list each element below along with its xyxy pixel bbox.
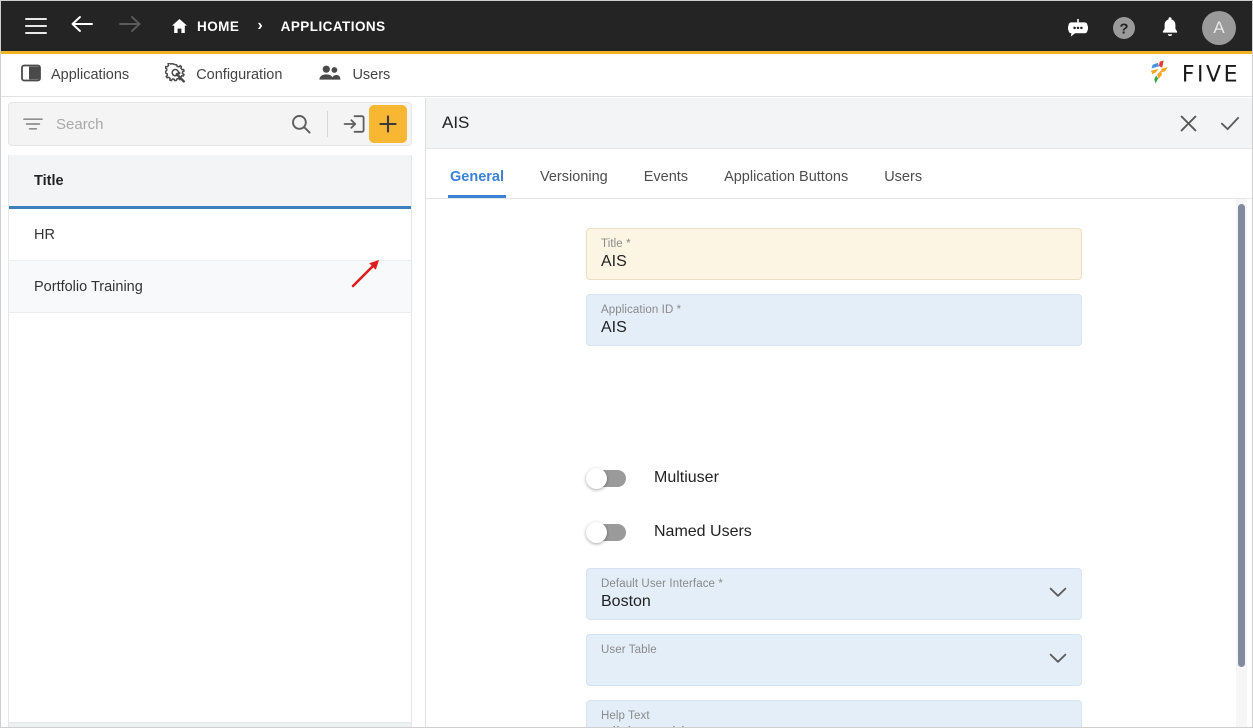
toggle-label: Multiuser [654, 469, 719, 487]
breadcrumb: HOME › APPLICATIONS [171, 17, 386, 35]
page-title: AIS [442, 113, 469, 133]
field-value: Boston [601, 593, 1067, 611]
module-tab-configuration[interactable]: Configuration [165, 54, 282, 97]
breadcrumb-separator: › [257, 17, 262, 35]
breadcrumb-home[interactable]: HOME [197, 19, 239, 34]
chevron-down-icon[interactable] [1049, 585, 1067, 603]
module-tab-label: Applications [51, 67, 129, 83]
hamburger-menu-icon[interactable] [25, 18, 47, 34]
module-tab-applications[interactable]: Applications [21, 54, 129, 97]
field-label: Title * [601, 238, 1067, 250]
cell-title: HR [34, 227, 55, 243]
field-label: Default User Interface * [601, 578, 1067, 590]
module-tab-bar: Applications Configuration [1, 54, 1253, 97]
field-title[interactable]: Title * AIS [586, 228, 1082, 280]
field-value: AIS [601, 253, 1067, 271]
application-detail-panel: AIS General Versioning Events Applicatio… [425, 98, 1252, 728]
field-label: User Table [601, 644, 1067, 656]
five-logo-icon [1145, 59, 1175, 92]
applications-table: Title HR Portfolio Training Total Rows: … [8, 155, 412, 728]
bell-icon[interactable] [1153, 11, 1187, 45]
toggle-knob [586, 468, 607, 489]
top-navigation-bar: HOME › APPLICATIONS ? [1, 1, 1253, 54]
tab-application-buttons[interactable]: Application Buttons [724, 169, 848, 198]
search-input[interactable] [56, 116, 286, 133]
field-user-table[interactable]: User Table [586, 634, 1082, 686]
users-group-icon [318, 64, 342, 87]
detail-tab-bar: General Versioning Events Application Bu… [426, 149, 1253, 199]
field-label: Application ID * [601, 304, 1067, 316]
table-footer: Total Rows: 2 [9, 722, 411, 728]
tab-users[interactable]: Users [884, 169, 922, 198]
import-arrow-icon[interactable] [339, 109, 369, 139]
check-icon[interactable] [1219, 113, 1241, 135]
table-row[interactable]: HR [9, 209, 411, 261]
detail-header-actions [1177, 98, 1241, 149]
arrow-right-icon [117, 13, 143, 39]
tab-events[interactable]: Events [644, 169, 688, 198]
field-application-id[interactable]: Application ID * AIS [586, 294, 1082, 346]
search-toolbar [8, 102, 412, 146]
brand-logo: FIVE [1145, 59, 1240, 92]
filter-icon[interactable] [23, 117, 43, 131]
add-record-button[interactable] [369, 105, 407, 143]
table-header-row: Title [9, 155, 411, 209]
toolbar-divider [327, 111, 328, 137]
module-tab-label: Configuration [196, 67, 282, 83]
svg-text:?: ? [1119, 20, 1128, 37]
arrow-left-icon[interactable] [69, 13, 95, 39]
general-form: Title * AIS Application ID * AIS Multius… [426, 199, 1253, 728]
table-empty-space [9, 313, 411, 668]
field-named-users[interactable]: Named Users [586, 522, 752, 542]
multiuser-toggle[interactable] [586, 468, 626, 488]
field-help-text[interactable]: Help Text Click to add [586, 700, 1082, 728]
application-panel-icon [21, 64, 41, 87]
close-x-icon[interactable] [1177, 113, 1199, 135]
field-label: Help Text [601, 710, 1067, 722]
avatar[interactable]: A [1202, 11, 1236, 45]
help-circle-icon[interactable]: ? [1107, 11, 1141, 45]
cell-title: Portfolio Training [34, 279, 143, 295]
chevron-down-icon[interactable] [1049, 651, 1067, 669]
robot-chat-icon[interactable] [1061, 11, 1095, 45]
toggle-label: Named Users [654, 523, 752, 541]
form-scrollbar-thumb[interactable] [1238, 204, 1245, 667]
breadcrumb-current: APPLICATIONS [281, 19, 386, 34]
module-tab-users[interactable]: Users [318, 54, 390, 97]
named-users-toggle[interactable] [586, 522, 626, 542]
tab-versioning[interactable]: Versioning [540, 169, 608, 198]
toggle-knob [586, 522, 607, 543]
field-multiuser[interactable]: Multiuser [586, 468, 719, 488]
applications-list-panel: Title HR Portfolio Training Total Rows: … [1, 98, 419, 728]
brand-name: FIVE [1182, 63, 1240, 88]
field-value: AIS [601, 319, 1067, 337]
tab-general[interactable]: General [450, 169, 504, 198]
gear-wrench-icon [165, 63, 186, 88]
search-icon[interactable] [286, 109, 316, 139]
field-default-user-interface[interactable]: Default User Interface * Boston [586, 568, 1082, 620]
application-window: HOME › APPLICATIONS ? [0, 0, 1253, 728]
topbar-actions: ? A [1061, 1, 1240, 54]
detail-header: AIS [426, 98, 1253, 149]
table-row[interactable]: Portfolio Training [9, 261, 411, 313]
home-icon[interactable] [171, 18, 188, 34]
module-tab-label: Users [352, 67, 390, 83]
column-header-title[interactable]: Title [34, 173, 64, 189]
